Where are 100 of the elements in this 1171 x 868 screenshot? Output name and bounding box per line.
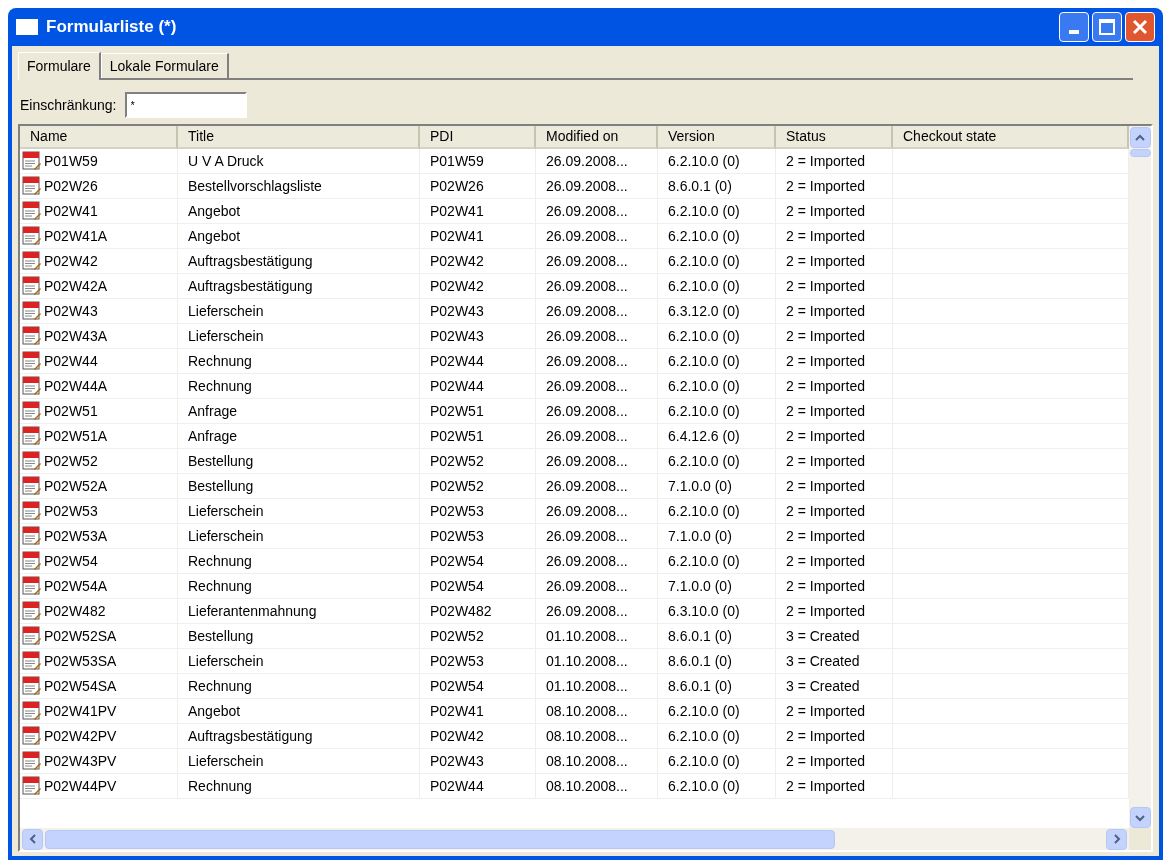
column-header[interactable]: Status xyxy=(776,126,893,149)
table-cell-text: 08.10.2008... xyxy=(545,776,628,796)
table-cell-text: Bestellung xyxy=(187,626,254,646)
scroll-right-button[interactable] xyxy=(1106,828,1127,850)
column-header[interactable]: Version xyxy=(658,126,776,149)
form-name: P02W51A xyxy=(44,426,108,446)
table-cell-text: P02W54 xyxy=(429,576,484,596)
form-name: P02W54 xyxy=(44,551,98,571)
table-cell-text: 6.2.10.0 (0) xyxy=(667,776,740,796)
list-item[interactable]: P02W43 xyxy=(20,300,98,322)
form-name: P02W44A xyxy=(44,376,108,396)
table-cell-text: Lieferschein xyxy=(187,301,264,321)
list-item[interactable]: P02W54SA xyxy=(20,675,117,697)
form-name: P02W42PV xyxy=(44,726,117,746)
form-name: P02W52SA xyxy=(44,626,117,646)
pdf-document-icon xyxy=(22,401,42,421)
form-name: P02W52A xyxy=(44,476,108,496)
table-cell-text: Lieferschein xyxy=(187,751,264,771)
list-item[interactable]: P02W42 xyxy=(20,250,98,272)
list-item[interactable]: P02W42PV xyxy=(20,725,117,747)
table-cell-text: 6.2.10.0 (0) xyxy=(667,451,740,471)
table-cell-text: 26.09.2008... xyxy=(545,176,628,196)
list-item[interactable]: P02W43PV xyxy=(20,750,117,772)
list-item[interactable]: P02W42A xyxy=(20,275,108,297)
pdf-document-icon xyxy=(22,151,42,171)
list-item[interactable]: P02W482 xyxy=(20,600,106,622)
table-cell-text: P02W43 xyxy=(429,301,484,321)
list-item[interactable]: P02W53 xyxy=(20,500,98,522)
list-item[interactable]: P02W54 xyxy=(20,550,98,572)
table-cell-text: 3 = Created xyxy=(785,651,860,671)
list-item[interactable]: P02W53A xyxy=(20,525,108,547)
list-item[interactable]: P02W52SA xyxy=(20,625,117,647)
list-item[interactable]: P02W41 xyxy=(20,200,98,222)
table-cell-text: 26.09.2008... xyxy=(545,601,628,621)
pdf-document-icon xyxy=(22,776,42,796)
list-item[interactable]: P01W59 xyxy=(20,150,98,172)
scroll-thumb[interactable] xyxy=(1129,149,1151,157)
list-item[interactable]: P02W41A xyxy=(20,225,108,247)
pdf-document-icon xyxy=(22,326,42,346)
list-item[interactable]: P02W44PV xyxy=(20,775,117,797)
form-name: P02W41PV xyxy=(44,701,117,721)
column-header[interactable]: Modified on xyxy=(536,126,658,149)
close-icon xyxy=(1132,19,1148,35)
column-header[interactable]: Name xyxy=(20,126,178,149)
filter-field[interactable]: * xyxy=(124,92,247,118)
list-item[interactable]: P02W52 xyxy=(20,450,98,472)
table-cell-text: 26.09.2008... xyxy=(545,201,628,221)
maximize-button[interactable] xyxy=(1092,12,1122,42)
table-cell-text: P02W26 xyxy=(429,176,484,196)
scroll-up-button[interactable] xyxy=(1129,127,1151,148)
table-cell-text: 7.1.0.0 (0) xyxy=(667,576,732,596)
table-cell-text: 6.2.10.0 (0) xyxy=(667,201,740,221)
pdf-document-icon xyxy=(22,451,42,471)
table-cell-text: 3 = Created xyxy=(785,676,860,696)
list-item[interactable]: P02W54A xyxy=(20,575,108,597)
table-cell-text: P02W41 xyxy=(429,701,484,721)
table-cell-text: Bestellvorschlagsliste xyxy=(187,176,322,196)
table-cell-text: 08.10.2008... xyxy=(545,726,628,746)
list-item[interactable]: P02W43A xyxy=(20,325,108,347)
table-cell-text: P02W52 xyxy=(429,626,484,646)
list-item[interactable]: P02W51 xyxy=(20,400,98,422)
table-cell-text: 26.09.2008... xyxy=(545,476,628,496)
column-header[interactable]: PDI xyxy=(420,126,536,149)
scroll-thumb[interactable] xyxy=(45,829,835,849)
pdf-document-icon xyxy=(22,351,42,371)
list-item[interactable]: P02W44 xyxy=(20,350,98,372)
maximize-icon xyxy=(1099,19,1115,35)
close-button[interactable] xyxy=(1125,12,1155,42)
table-cell-text: P02W41 xyxy=(429,226,484,246)
minimize-button[interactable] xyxy=(1059,12,1089,42)
table-cell-text: P02W53 xyxy=(429,501,484,521)
form-name: P02W53A xyxy=(44,526,108,546)
form-name: P02W54A xyxy=(44,576,108,596)
horizontal-scrollbar[interactable] xyxy=(20,828,1129,850)
table-cell-text: P02W41 xyxy=(429,201,484,221)
form-name: P02W53 xyxy=(44,501,98,521)
column-header[interactable]: Title xyxy=(178,126,420,149)
pdf-document-icon xyxy=(22,426,42,446)
list-item[interactable]: P02W41PV xyxy=(20,700,117,722)
form-name: P02W52 xyxy=(44,451,98,471)
table-cell-text: 3 = Created xyxy=(785,626,860,646)
scroll-left-button[interactable] xyxy=(22,828,43,850)
column-header[interactable]: Checkout state xyxy=(893,126,1129,149)
table-cell-text: 26.09.2008... xyxy=(545,301,628,321)
tab[interactable]: Lokale Formulare xyxy=(100,53,229,78)
scroll-down-button[interactable] xyxy=(1129,807,1151,828)
table-cell-text: 2 = Imported xyxy=(785,301,865,321)
table-cell-text: 6.2.10.0 (0) xyxy=(667,726,740,746)
tab[interactable]: Formulare xyxy=(18,52,101,80)
list-item[interactable]: P02W52A xyxy=(20,475,108,497)
list-item[interactable]: P02W53SA xyxy=(20,650,117,672)
table-cell-text: 6.2.10.0 (0) xyxy=(667,376,740,396)
table-cell-text: 6.2.10.0 (0) xyxy=(667,351,740,371)
list-item[interactable]: P02W26 xyxy=(20,175,98,197)
scrollbar-corner xyxy=(1129,828,1151,850)
vertical-scrollbar[interactable] xyxy=(1129,126,1151,828)
list-item[interactable]: P02W51A xyxy=(20,425,108,447)
list-item[interactable]: P02W44A xyxy=(20,375,108,397)
table-cell-text: P02W44 xyxy=(429,376,484,396)
table-cell-text: P02W43 xyxy=(429,326,484,346)
